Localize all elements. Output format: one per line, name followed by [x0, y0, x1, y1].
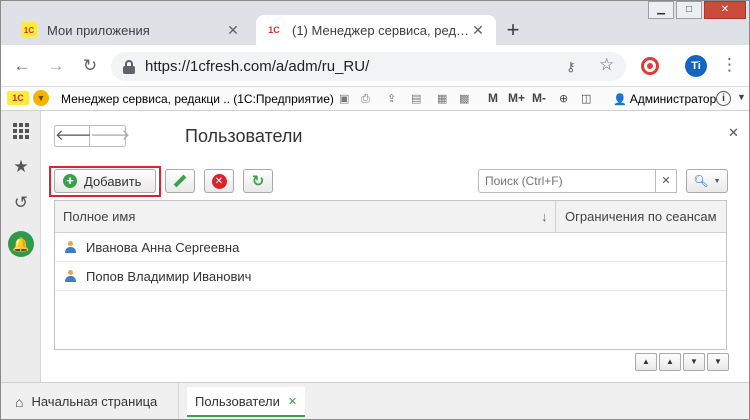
table-row[interactable]: Попов Владимир Иванович: [55, 262, 726, 291]
search-clear-icon[interactable]: ✕: [656, 169, 677, 193]
profile-avatar[interactable]: Ti: [685, 55, 707, 77]
browser-tabstrip: 1С Мои приложения ✕ 1С (1) Менеджер серв…: [1, 1, 749, 45]
window-close-button[interactable]: ✕: [704, 1, 746, 19]
page-title: Пользователи: [185, 126, 303, 146]
user-full-name: Попов Владимир Иванович: [86, 268, 252, 284]
new-tab-button[interactable]: +: [501, 19, 525, 43]
column-full-name[interactable]: Полное имя: [63, 209, 135, 224]
magnifier-icon: 🔍︎: [693, 174, 709, 188]
attach-icon[interactable]: ▤: [411, 91, 421, 107]
search-button[interactable]: 🔍︎ ▼: [686, 169, 728, 193]
tab-home-label: Начальная страница: [31, 394, 158, 409]
1c-favicon-icon: 1С: [21, 22, 37, 38]
url-text: https://1cfresh.com/a/adm/ru_RU/: [145, 58, 370, 75]
pencil-icon: [173, 174, 187, 188]
browser-tab-my-apps[interactable]: 1С Мои приложения ✕: [11, 15, 251, 45]
table-header: Полное имя ↓ Ограничения по сеансам: [55, 201, 726, 233]
minimize-button[interactable]: ▁: [648, 1, 674, 19]
refresh-icon: ↻: [251, 173, 265, 190]
1c-logo-icon: 1С: [7, 91, 29, 105]
delete-x-icon: ✕: [211, 173, 227, 189]
column-divider[interactable]: [555, 201, 556, 233]
extension-target-icon[interactable]: [641, 57, 659, 75]
sort-desc-icon: ↓: [541, 209, 548, 224]
app-titlebar: 1С ▼ Менеджер сервиса, редакци .. (1С:Пр…: [1, 87, 749, 111]
calendar-icon[interactable]: ▩: [459, 91, 469, 107]
users-form: 🡐 🡒 Пользователи ✕ + Добавить ✕ ↻ ✕ 🔍︎: [42, 111, 749, 382]
scroll-bottom-icon[interactable]: ▼: [707, 353, 729, 371]
history-icon[interactable]: ↺: [9, 191, 33, 215]
scroll-up-icon[interactable]: ▲: [659, 353, 681, 371]
plus-icon: +: [63, 174, 77, 188]
edit-button[interactable]: [165, 169, 195, 193]
close-icon[interactable]: ✕: [225, 22, 241, 39]
tab-users[interactable]: Пользователи ✕: [187, 387, 305, 417]
user-icon: [65, 241, 76, 253]
delete-button[interactable]: ✕: [204, 169, 234, 193]
refresh-button[interactable]: ↻: [243, 169, 273, 193]
close-icon[interactable]: ✕: [288, 395, 297, 408]
notifications-bell-icon[interactable]: 🔔: [8, 231, 34, 257]
zoom-icon[interactable]: ⊕: [559, 91, 568, 107]
form-back-button[interactable]: 🡐: [54, 125, 95, 147]
back-arrow-icon[interactable]: ←: [11, 55, 33, 77]
app-title: Менеджер сервиса, редакци .. (1С:Предпри…: [61, 92, 334, 106]
table-icon[interactable]: ▦: [437, 91, 447, 107]
tab-title: (1) Менеджер сервиса, редакция: [292, 22, 470, 38]
address-bar: ← → ↻ https://1cfresh.com/a/adm/ru_RU/ ⚷…: [1, 45, 749, 87]
column-session-limits[interactable]: Ограничения по сеансам: [565, 209, 717, 224]
lock-icon: [123, 59, 135, 74]
search-input[interactable]: [478, 169, 656, 193]
scroll-down-icon[interactable]: ▼: [683, 353, 705, 371]
table-row[interactable]: Иванова Анна Сергеевна: [55, 233, 726, 262]
close-icon[interactable]: ✕: [470, 22, 486, 39]
window: 1С Мои приложения ✕ 1С (1) Менеджер серв…: [0, 0, 750, 420]
user-icon: [65, 270, 76, 282]
key-icon[interactable]: ⚷: [566, 59, 576, 75]
chevron-down-icon[interactable]: ▼: [737, 92, 746, 102]
panels-icon[interactable]: ◫: [581, 91, 591, 107]
save-icon[interactable]: ▣: [339, 91, 349, 107]
memory-button[interactable]: M: [488, 91, 498, 105]
tab-title: Мои приложения: [47, 22, 150, 38]
browser-menu-icon[interactable]: ⋮: [721, 55, 738, 75]
info-icon[interactable]: i: [716, 91, 731, 106]
sections-panel: ★ ↺ 🔔: [1, 111, 41, 382]
url-field[interactable]: https://1cfresh.com/a/adm/ru_RU/: [111, 52, 626, 81]
favorites-star-icon[interactable]: ★: [9, 155, 33, 179]
user-icon: 👤: [613, 94, 627, 106]
scroll-top-icon[interactable]: ▲: [635, 353, 657, 371]
upload-icon[interactable]: ⇪: [387, 91, 396, 107]
memory-plus-button[interactable]: M+: [508, 91, 525, 105]
user-name: Администратор: [629, 92, 717, 106]
home-icon: ⌂: [15, 393, 24, 410]
form-forward-button[interactable]: 🡒: [90, 125, 130, 147]
all-functions-icon[interactable]: [9, 119, 33, 143]
bookmark-star-icon[interactable]: ☆: [599, 55, 614, 75]
forward-arrow-icon[interactable]: →: [45, 55, 67, 77]
user-full-name: Иванова Анна Сергеевна: [86, 239, 240, 255]
main-menu-icon[interactable]: ▼: [33, 90, 49, 106]
add-button[interactable]: + Добавить: [54, 169, 156, 193]
print-icon[interactable]: ⎙: [361, 91, 370, 107]
1c-favicon-icon: 1С: [268, 25, 280, 35]
form-close-icon[interactable]: ✕: [728, 125, 739, 141]
tab-users-label: Пользователи: [195, 393, 280, 409]
maximize-button[interactable]: □: [676, 1, 702, 19]
current-user[interactable]: 👤 Администратор: [613, 92, 716, 106]
browser-tab-service-manager[interactable]: 1С (1) Менеджер сервиса, редакция ✕: [256, 15, 496, 45]
memory-minus-button[interactable]: M-: [532, 91, 546, 105]
open-windows-bar: ⌂ Начальная страница Пользователи ✕: [1, 382, 749, 419]
users-table: Полное имя ↓ Ограничения по сеансам Иван…: [54, 200, 727, 350]
command-bar: + Добавить ✕ ↻ ✕ 🔍︎ ▼: [42, 166, 749, 197]
tab-home-page[interactable]: ⌂ Начальная страница: [1, 383, 179, 419]
chevron-down-icon: ▼: [713, 177, 721, 185]
reload-icon[interactable]: ↻: [79, 55, 101, 77]
add-button-label: Добавить: [84, 173, 142, 189]
